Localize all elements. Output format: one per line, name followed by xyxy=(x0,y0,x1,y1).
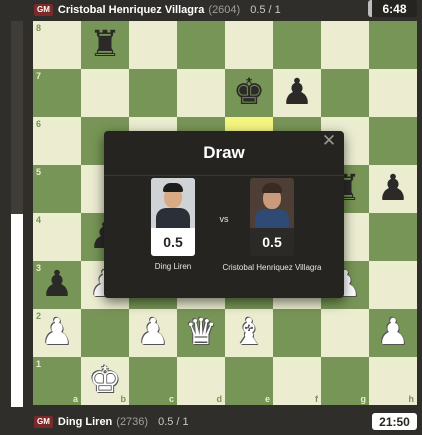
vs-label: vs xyxy=(219,214,229,224)
square-c2[interactable]: ♟ xyxy=(129,309,177,357)
square-h3[interactable] xyxy=(369,261,417,309)
title-badge: GM xyxy=(34,4,53,16)
black-pawn-piece[interactable]: ♟ xyxy=(273,69,321,117)
modal-header: Draw ✕ xyxy=(104,131,344,176)
player-rating: (2604) xyxy=(208,4,241,16)
square-a5[interactable]: 5 xyxy=(33,165,81,213)
square-g2[interactable] xyxy=(321,309,369,357)
file-label: g xyxy=(360,394,367,404)
white-queen-piece[interactable]: ♛ xyxy=(177,309,225,357)
square-c1[interactable]: c xyxy=(129,357,177,405)
square-h5[interactable]: ♟ xyxy=(369,165,417,213)
square-c7[interactable] xyxy=(129,69,177,117)
rank-label: 4 xyxy=(36,215,42,225)
square-e8[interactable] xyxy=(225,21,273,69)
black-king-piece[interactable]: ♚ xyxy=(225,69,273,117)
square-g7[interactable] xyxy=(321,69,369,117)
square-e1[interactable]: e xyxy=(225,357,273,405)
rank-label: 5 xyxy=(36,167,42,177)
square-f2[interactable] xyxy=(273,309,321,357)
rank-label: 6 xyxy=(36,119,42,129)
black-rook-piece[interactable]: ♜ xyxy=(81,21,129,69)
white-pawn-piece[interactable]: ♟ xyxy=(369,309,417,357)
player-name-left: Ding Liren xyxy=(154,262,192,271)
square-d8[interactable] xyxy=(177,21,225,69)
evaluation-fill xyxy=(11,214,23,407)
top-player-bar: GM Cristobal Henriquez Villagra (2604) 0… xyxy=(0,0,422,20)
square-h8[interactable] xyxy=(369,21,417,69)
square-h7[interactable] xyxy=(369,69,417,117)
square-a2[interactable]: 2 ♟ xyxy=(33,309,81,357)
square-a8[interactable]: 8 xyxy=(33,21,81,69)
white-bishop-piece[interactable]: ♝ xyxy=(225,309,273,357)
modal-title: Draw xyxy=(203,143,245,162)
black-pawn-piece[interactable]: ♟ xyxy=(369,165,417,213)
square-g8[interactable] xyxy=(321,21,369,69)
square-e7[interactable]: ♚ xyxy=(225,69,273,117)
file-label: e xyxy=(264,394,270,404)
square-c8[interactable] xyxy=(129,21,177,69)
file-label: c xyxy=(168,394,174,404)
square-a4[interactable]: 4 xyxy=(33,213,81,261)
square-a1[interactable]: 1a xyxy=(33,357,81,405)
square-b8[interactable]: ♜ xyxy=(81,21,129,69)
white-king-piece[interactable]: ♚ xyxy=(81,357,129,405)
square-e2[interactable]: ♝ xyxy=(225,309,273,357)
player-name[interactable]: Cristobal Henriquez Villagra xyxy=(58,4,205,16)
square-b1[interactable]: b ♚ xyxy=(81,357,129,405)
white-pawn-piece[interactable]: ♟ xyxy=(33,309,81,357)
player-card-left[interactable]: 0.5 xyxy=(151,178,195,256)
avatar xyxy=(250,178,294,228)
player-score-value: 0.5 xyxy=(163,234,183,250)
square-h6[interactable] xyxy=(369,117,417,165)
square-f8[interactable] xyxy=(273,21,321,69)
square-b7[interactable] xyxy=(81,69,129,117)
black-pawn-piece[interactable]: ♟ xyxy=(33,261,81,309)
bottom-player-bar: GM Ding Liren (2736) 0.5 / 1 21:50 xyxy=(0,409,422,435)
game-result-modal: Draw ✕ 0.5 vs 0.5 Ding Liren Cristobal H… xyxy=(104,131,344,298)
file-label: f xyxy=(315,394,318,404)
player-card-right[interactable]: 0.5 xyxy=(250,178,294,256)
file-label: h xyxy=(408,394,415,404)
square-g1[interactable]: g xyxy=(321,357,369,405)
evaluation-bar xyxy=(11,21,23,407)
title-badge: GM xyxy=(34,416,53,428)
player-score: 0.5 / 1 xyxy=(158,416,189,428)
player-rating: (2736) xyxy=(116,416,149,428)
avatar xyxy=(151,178,195,228)
result-players: 0.5 vs 0.5 Ding Liren Cristobal Henrique… xyxy=(104,176,344,298)
square-h1[interactable]: h xyxy=(369,357,417,405)
bottom-clock: 21:50 xyxy=(372,413,417,430)
rank-label: 1 xyxy=(36,359,42,369)
square-a6[interactable]: 6 xyxy=(33,117,81,165)
player-name[interactable]: Ding Liren xyxy=(58,416,112,428)
close-icon[interactable]: ✕ xyxy=(320,132,338,150)
square-d2[interactable]: ♛ xyxy=(177,309,225,357)
rank-label: 8 xyxy=(36,23,42,33)
square-f1[interactable]: f xyxy=(273,357,321,405)
player-score-value: 0.5 xyxy=(262,234,282,250)
file-label: d xyxy=(216,394,223,404)
file-label: a xyxy=(72,394,78,404)
square-b2[interactable] xyxy=(81,309,129,357)
player-score: 0.5 / 1 xyxy=(250,4,281,16)
white-pawn-piece[interactable]: ♟ xyxy=(129,309,177,357)
square-a3[interactable]: 3 ♟ xyxy=(33,261,81,309)
square-h4[interactable] xyxy=(369,213,417,261)
square-d1[interactable]: d xyxy=(177,357,225,405)
player-name-right: Cristobal Henriquez Villagra xyxy=(222,263,322,272)
square-f7[interactable]: ♟ xyxy=(273,69,321,117)
square-a7[interactable]: 7 xyxy=(33,69,81,117)
square-h2[interactable]: ♟ xyxy=(369,309,417,357)
rank-label: 7 xyxy=(36,71,42,81)
top-clock: 6:48 xyxy=(368,0,417,17)
square-d7[interactable] xyxy=(177,69,225,117)
